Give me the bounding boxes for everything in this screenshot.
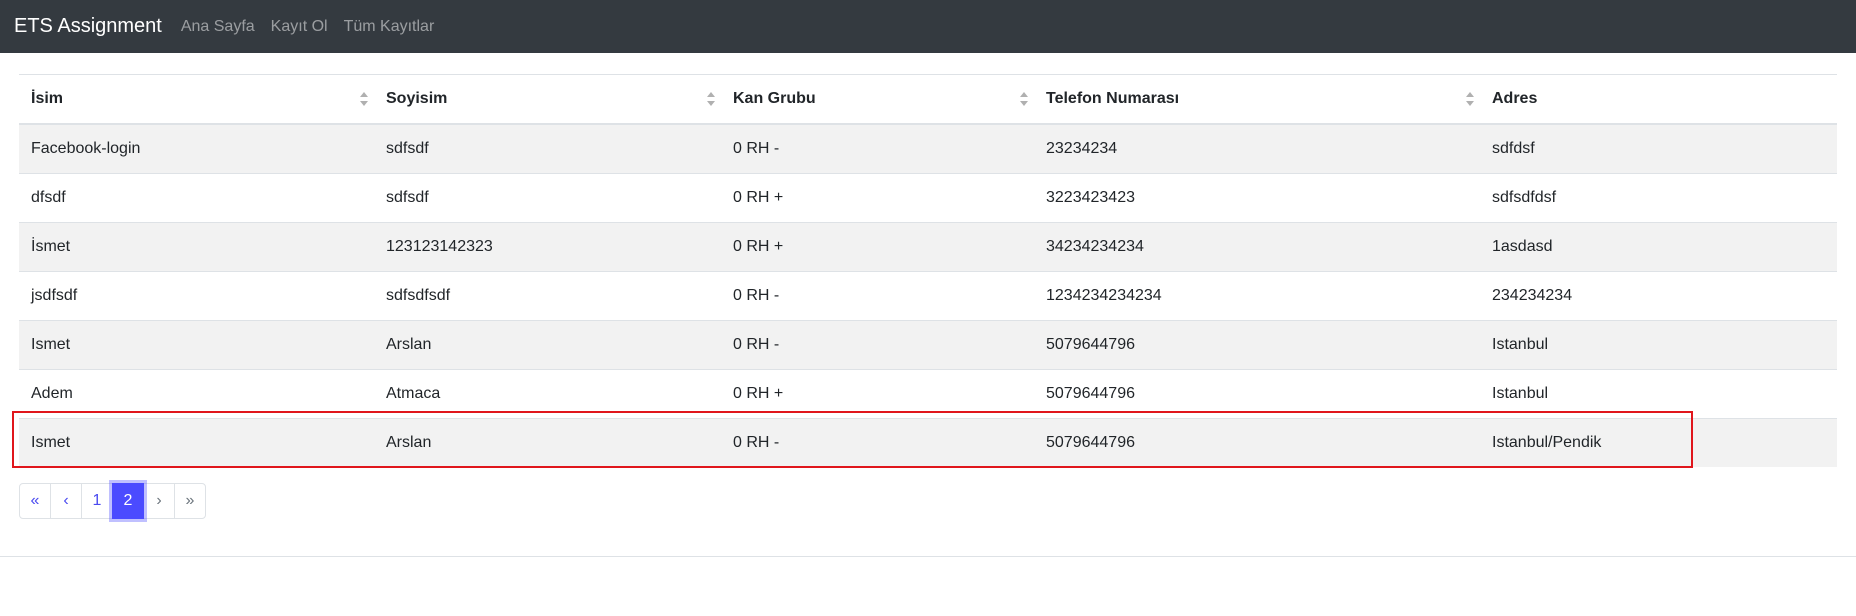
cell-surname: sdfsdf — [374, 173, 721, 223]
column-header-label: İsim — [31, 90, 64, 107]
cell-address: 234234234 — [1480, 271, 1837, 321]
table-row: Adem Atmaca 0 RH + 5079644796 Istanbul — [19, 369, 1837, 419]
cell-phone: 5079644796 — [1034, 418, 1480, 467]
cell-name: Facebook-login — [19, 123, 374, 174]
table-row: Facebook-login sdfsdf 0 RH - 23234234 sd… — [19, 123, 1837, 174]
cell-surname: Arslan — [374, 320, 721, 370]
column-header-name[interactable]: İsim — [19, 74, 374, 125]
cell-name: İsmet — [19, 222, 374, 272]
first-page-button[interactable]: « — [19, 483, 51, 519]
cell-blood-group: 0 RH - — [721, 320, 1034, 370]
cell-phone: 5079644796 — [1034, 369, 1480, 419]
next-page-button[interactable]: › — [143, 483, 175, 519]
sort-icon[interactable] — [706, 90, 716, 108]
cell-blood-group: 0 RH + — [721, 173, 1034, 223]
footer-divider — [0, 556, 1856, 557]
table-header: İsim Soyisim Kan Grubu Telefon Numarası … — [19, 74, 1837, 125]
cell-blood-group: 0 RH - — [721, 418, 1034, 467]
table-row: jsdfsdf sdfsdfsdf 0 RH - 1234234234234 2… — [19, 271, 1837, 321]
column-header-blood-group[interactable]: Kan Grubu — [721, 74, 1034, 125]
nav-link-home[interactable]: Ana Sayfa — [173, 18, 263, 36]
table-body: Facebook-login sdfsdf 0 RH - 23234234 sd… — [19, 123, 1837, 467]
cell-surname: Arslan — [374, 418, 721, 467]
brand-title[interactable]: ETS Assignment — [14, 15, 162, 38]
cell-blood-group: 0 RH - — [721, 271, 1034, 321]
table-row-highlighted: Ismet Arslan 0 RH - 5079644796 Istanbul/… — [19, 418, 1837, 467]
cell-blood-group: 0 RH - — [721, 123, 1034, 174]
page-button-2[interactable]: 2 — [112, 483, 144, 519]
column-header-phone[interactable]: Telefon Numarası — [1034, 74, 1480, 125]
column-header-label: Telefon Numarası — [1046, 90, 1180, 107]
sort-icon[interactable] — [1019, 90, 1029, 108]
sort-icon[interactable] — [359, 90, 369, 108]
cell-blood-group: 0 RH + — [721, 222, 1034, 272]
cell-blood-group: 0 RH + — [721, 369, 1034, 419]
table-row: dfsdf sdfsdf 0 RH + 3223423423 sdfsdfdsf — [19, 173, 1837, 223]
column-header-label: Adres — [1492, 90, 1538, 107]
column-header-label: Kan Grubu — [733, 90, 816, 107]
cell-name: Adem — [19, 369, 374, 419]
cell-name: dfsdf — [19, 173, 374, 223]
previous-page-button[interactable]: ‹ — [50, 483, 82, 519]
cell-surname: Atmaca — [374, 369, 721, 419]
cell-address: sdfdsf — [1480, 123, 1837, 174]
cell-phone: 23234234 — [1034, 123, 1480, 174]
records-table-container: İsim Soyisim Kan Grubu Telefon Numarası … — [19, 74, 1837, 467]
cell-address: Istanbul — [1480, 369, 1837, 419]
cell-phone: 1234234234234 — [1034, 271, 1480, 321]
last-page-button[interactable]: » — [174, 483, 206, 519]
sort-icon[interactable] — [1465, 90, 1475, 108]
pagination: « ‹ 1 2 › » — [19, 483, 206, 519]
cell-surname: sdfsdf — [374, 123, 721, 174]
cell-address: Istanbul — [1480, 320, 1837, 370]
table-row: İsmet 123123142323 0 RH + 34234234234 1a… — [19, 222, 1837, 272]
cell-address: 1asdasd — [1480, 222, 1837, 272]
table-row: Ismet Arslan 0 RH - 5079644796 Istanbul — [19, 320, 1837, 370]
cell-phone: 34234234234 — [1034, 222, 1480, 272]
cell-name: jsdfsdf — [19, 271, 374, 321]
column-header-address[interactable]: Adres — [1480, 74, 1837, 125]
records-table: İsim Soyisim Kan Grubu Telefon Numarası … — [19, 74, 1837, 467]
cell-phone: 3223423423 — [1034, 173, 1480, 223]
page-button-1[interactable]: 1 — [81, 483, 113, 519]
nav-link-all-records[interactable]: Tüm Kayıtlar — [336, 18, 443, 36]
cell-name: Ismet — [19, 320, 374, 370]
top-navbar: ETS Assignment Ana Sayfa Kayıt Ol Tüm Ka… — [0, 0, 1856, 53]
cell-phone: 5079644796 — [1034, 320, 1480, 370]
cell-name: Ismet — [19, 418, 374, 467]
cell-surname: sdfsdfsdf — [374, 271, 721, 321]
nav-link-register[interactable]: Kayıt Ol — [263, 18, 336, 36]
cell-address: Istanbul/Pendik — [1480, 418, 1837, 467]
cell-address: sdfsdfdsf — [1480, 173, 1837, 223]
column-header-surname[interactable]: Soyisim — [374, 74, 721, 125]
cell-surname: 123123142323 — [374, 222, 721, 272]
column-header-label: Soyisim — [386, 90, 448, 107]
